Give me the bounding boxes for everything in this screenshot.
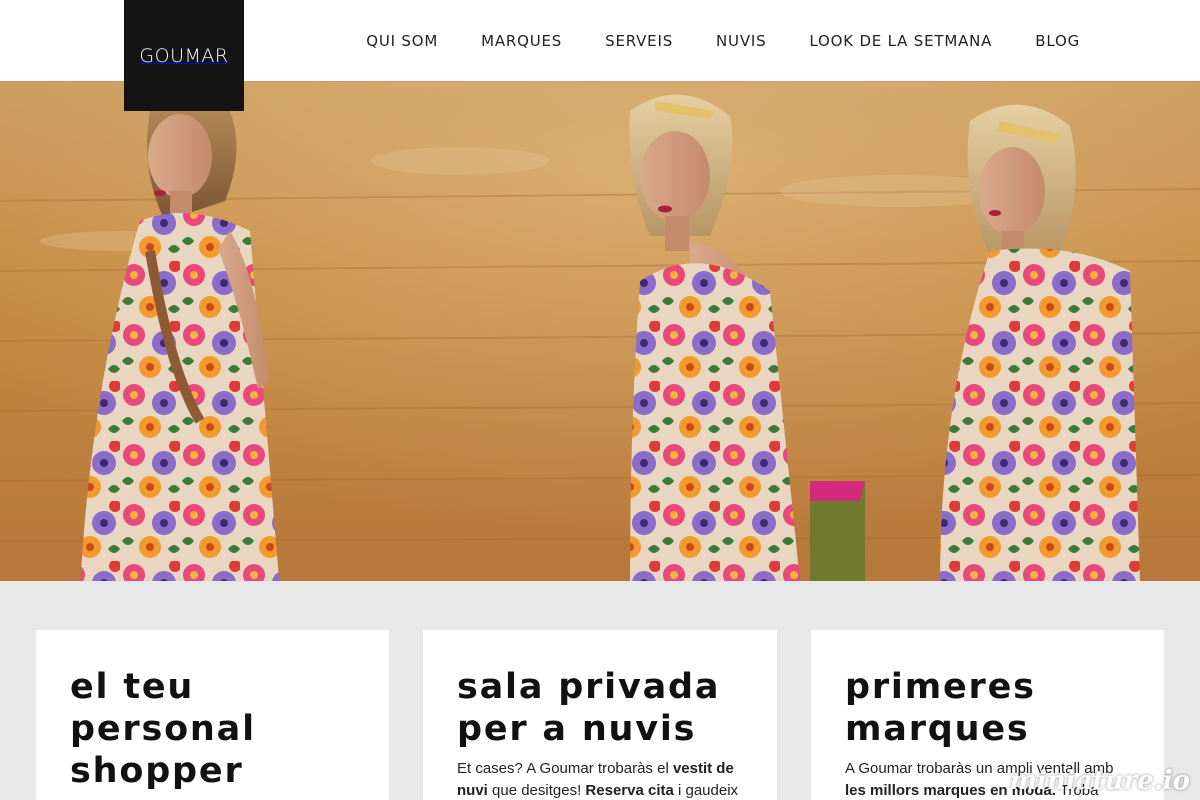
card-title: primeres marques: [845, 667, 1036, 749]
nav-marques[interactable]: MARQUES: [481, 32, 562, 50]
logo-text: GOUMAR: [139, 44, 229, 67]
nav-look-de-la-setmana[interactable]: LOOK DE LA SETMANA: [809, 32, 992, 50]
card-text-part: que desitges!: [487, 782, 586, 799]
hero-photo: [0, 81, 1200, 581]
card-text-part: i gaudeix: [673, 782, 739, 799]
card-text-bold: Reserva cita: [585, 782, 674, 799]
nav-serveis[interactable]: SERVEIS: [605, 32, 673, 50]
card-sala-privada[interactable]: sala privada per a nuvis Et cases? A Gou…: [423, 630, 777, 800]
nav-nuvis[interactable]: NUVIS: [716, 32, 766, 50]
nav-qui-som[interactable]: QUI SOM: [366, 32, 438, 50]
card-title: sala privada per a nuvis: [457, 667, 721, 749]
card-title: el teu personal shopper: [70, 667, 256, 791]
card-text: Et cases? A Goumar trobaràs el vestit de…: [457, 758, 743, 800]
watermark: miniature.io: [1009, 766, 1190, 796]
nav-blog[interactable]: BLOG: [1035, 32, 1080, 50]
site-logo[interactable]: GOUMAR: [124, 0, 244, 111]
card-text-part: Et cases? A Goumar trobaràs el: [457, 760, 673, 777]
card-personal-shopper[interactable]: el teu personal shopper: [36, 630, 389, 800]
hero-image: [0, 81, 1200, 581]
main-nav: QUI SOM MARQUES SERVEIS NUVIS LOOK DE LA…: [366, 0, 1080, 81]
